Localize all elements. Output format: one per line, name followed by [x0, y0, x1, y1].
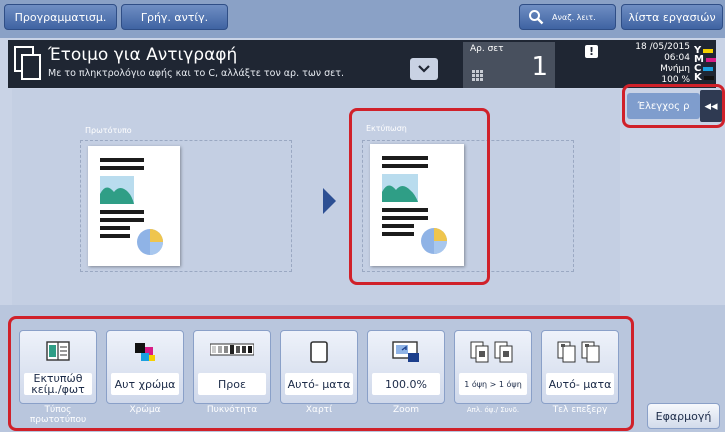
sets-label: Αρ. σετ [470, 44, 504, 54]
duplex-icon [470, 341, 513, 363]
tile-label: Τύπος πρωτοτύπου [29, 405, 87, 425]
programs-button[interactable]: Προγραμματισμ. [4, 4, 117, 30]
arrow-right-icon [323, 188, 336, 214]
toner-levels: Y M C K [694, 46, 716, 83]
sets-value: 1 [531, 52, 548, 82]
original-label: Πρωτότυπο [85, 126, 132, 135]
color-tile[interactable]: Αυτ χρώμα [106, 330, 184, 404]
tile-value: 100.0% [372, 373, 440, 395]
date-text: 18 /05/2015 [635, 42, 690, 52]
status-title: Έτοιμο για Αντιγραφή [48, 45, 238, 65]
tile-label: Πυκνότητα [206, 405, 258, 415]
density-icon [210, 343, 254, 356]
warning-icon[interactable]: ! [585, 45, 598, 58]
document-thumbnail-icon [382, 156, 447, 254]
toner-c-bar [703, 66, 714, 71]
tile-label: Χρώμα [129, 405, 161, 415]
toner-m-bar [705, 57, 716, 62]
copy-document-icon [14, 46, 41, 80]
search-icon [529, 10, 544, 25]
function-search-label: Αναζ. λειτ. [552, 12, 596, 22]
tile-value: Αυτό- ματα [285, 373, 353, 395]
output-label: Εκτύπωση [366, 124, 407, 133]
paper-icon [310, 341, 328, 363]
check-settings-button[interactable]: Έλεγχος ρ [627, 93, 700, 119]
memory-label: Μνήμη [660, 64, 690, 74]
date-time-memory: 18 /05/2015 06:04 Μνήμη 100 % [610, 42, 690, 86]
zoom-icon [392, 341, 419, 362]
tile-label: Χαρτί [305, 405, 333, 415]
quick-copy-button[interactable]: Γρήγ. αντίγ. [121, 4, 228, 30]
finishing-tile[interactable]: Αυτό- ματα [541, 330, 619, 404]
toner-y-bar [703, 48, 714, 53]
color-icon [135, 343, 155, 361]
time-text: 06:04 [664, 53, 690, 63]
chevron-down-icon [418, 65, 430, 73]
original-page-preview[interactable] [88, 146, 180, 266]
paper-tile[interactable]: Αυτό- ματα [280, 330, 358, 404]
toner-letter: K [694, 72, 702, 83]
function-search-button[interactable]: Αναζ. λειτ. [519, 4, 616, 30]
expand-message-button[interactable] [410, 58, 438, 80]
double-chevron-left-icon: ◂◂ [704, 98, 718, 114]
tile-label: Τελ επεξεργ [552, 405, 608, 415]
tile-value: Εκτυπώθ κείμ./φωτ [24, 373, 92, 395]
tile-value: Αυτ χρώμα [111, 373, 179, 395]
tile-value: Προε [198, 373, 266, 395]
keypad-icon [472, 70, 483, 81]
tile-value: 1 όψη > 1 όψη [459, 373, 527, 395]
density-tile[interactable]: Προε [193, 330, 271, 404]
toner-k-bar [703, 75, 714, 80]
original-type-tile[interactable]: Εκτυπώθ κείμ./φωτ [19, 330, 97, 404]
job-list-button[interactable]: λίστα εργασιών [621, 4, 723, 30]
tile-label: Zoom [393, 405, 419, 415]
collapse-panel-button[interactable]: ◂◂ [700, 90, 722, 122]
output-page-preview[interactable] [370, 144, 464, 266]
apply-button[interactable]: Εφαρμογή [647, 403, 720, 429]
document-thumbnail-icon [100, 158, 163, 255]
text-photo-icon [46, 341, 70, 361]
status-subtitle: Με το πληκτρολόγιο αφής και το C, αλλάξτ… [48, 68, 345, 79]
duplex-tile[interactable]: 1 όψη > 1 όψη [454, 330, 532, 404]
tile-label: Απλ. όψ./ Συνδ. [466, 406, 520, 414]
tile-value: Αυτό- ματα [546, 373, 614, 395]
zoom-tile[interactable]: 100.0% [367, 330, 445, 404]
finishing-icon [557, 341, 600, 363]
